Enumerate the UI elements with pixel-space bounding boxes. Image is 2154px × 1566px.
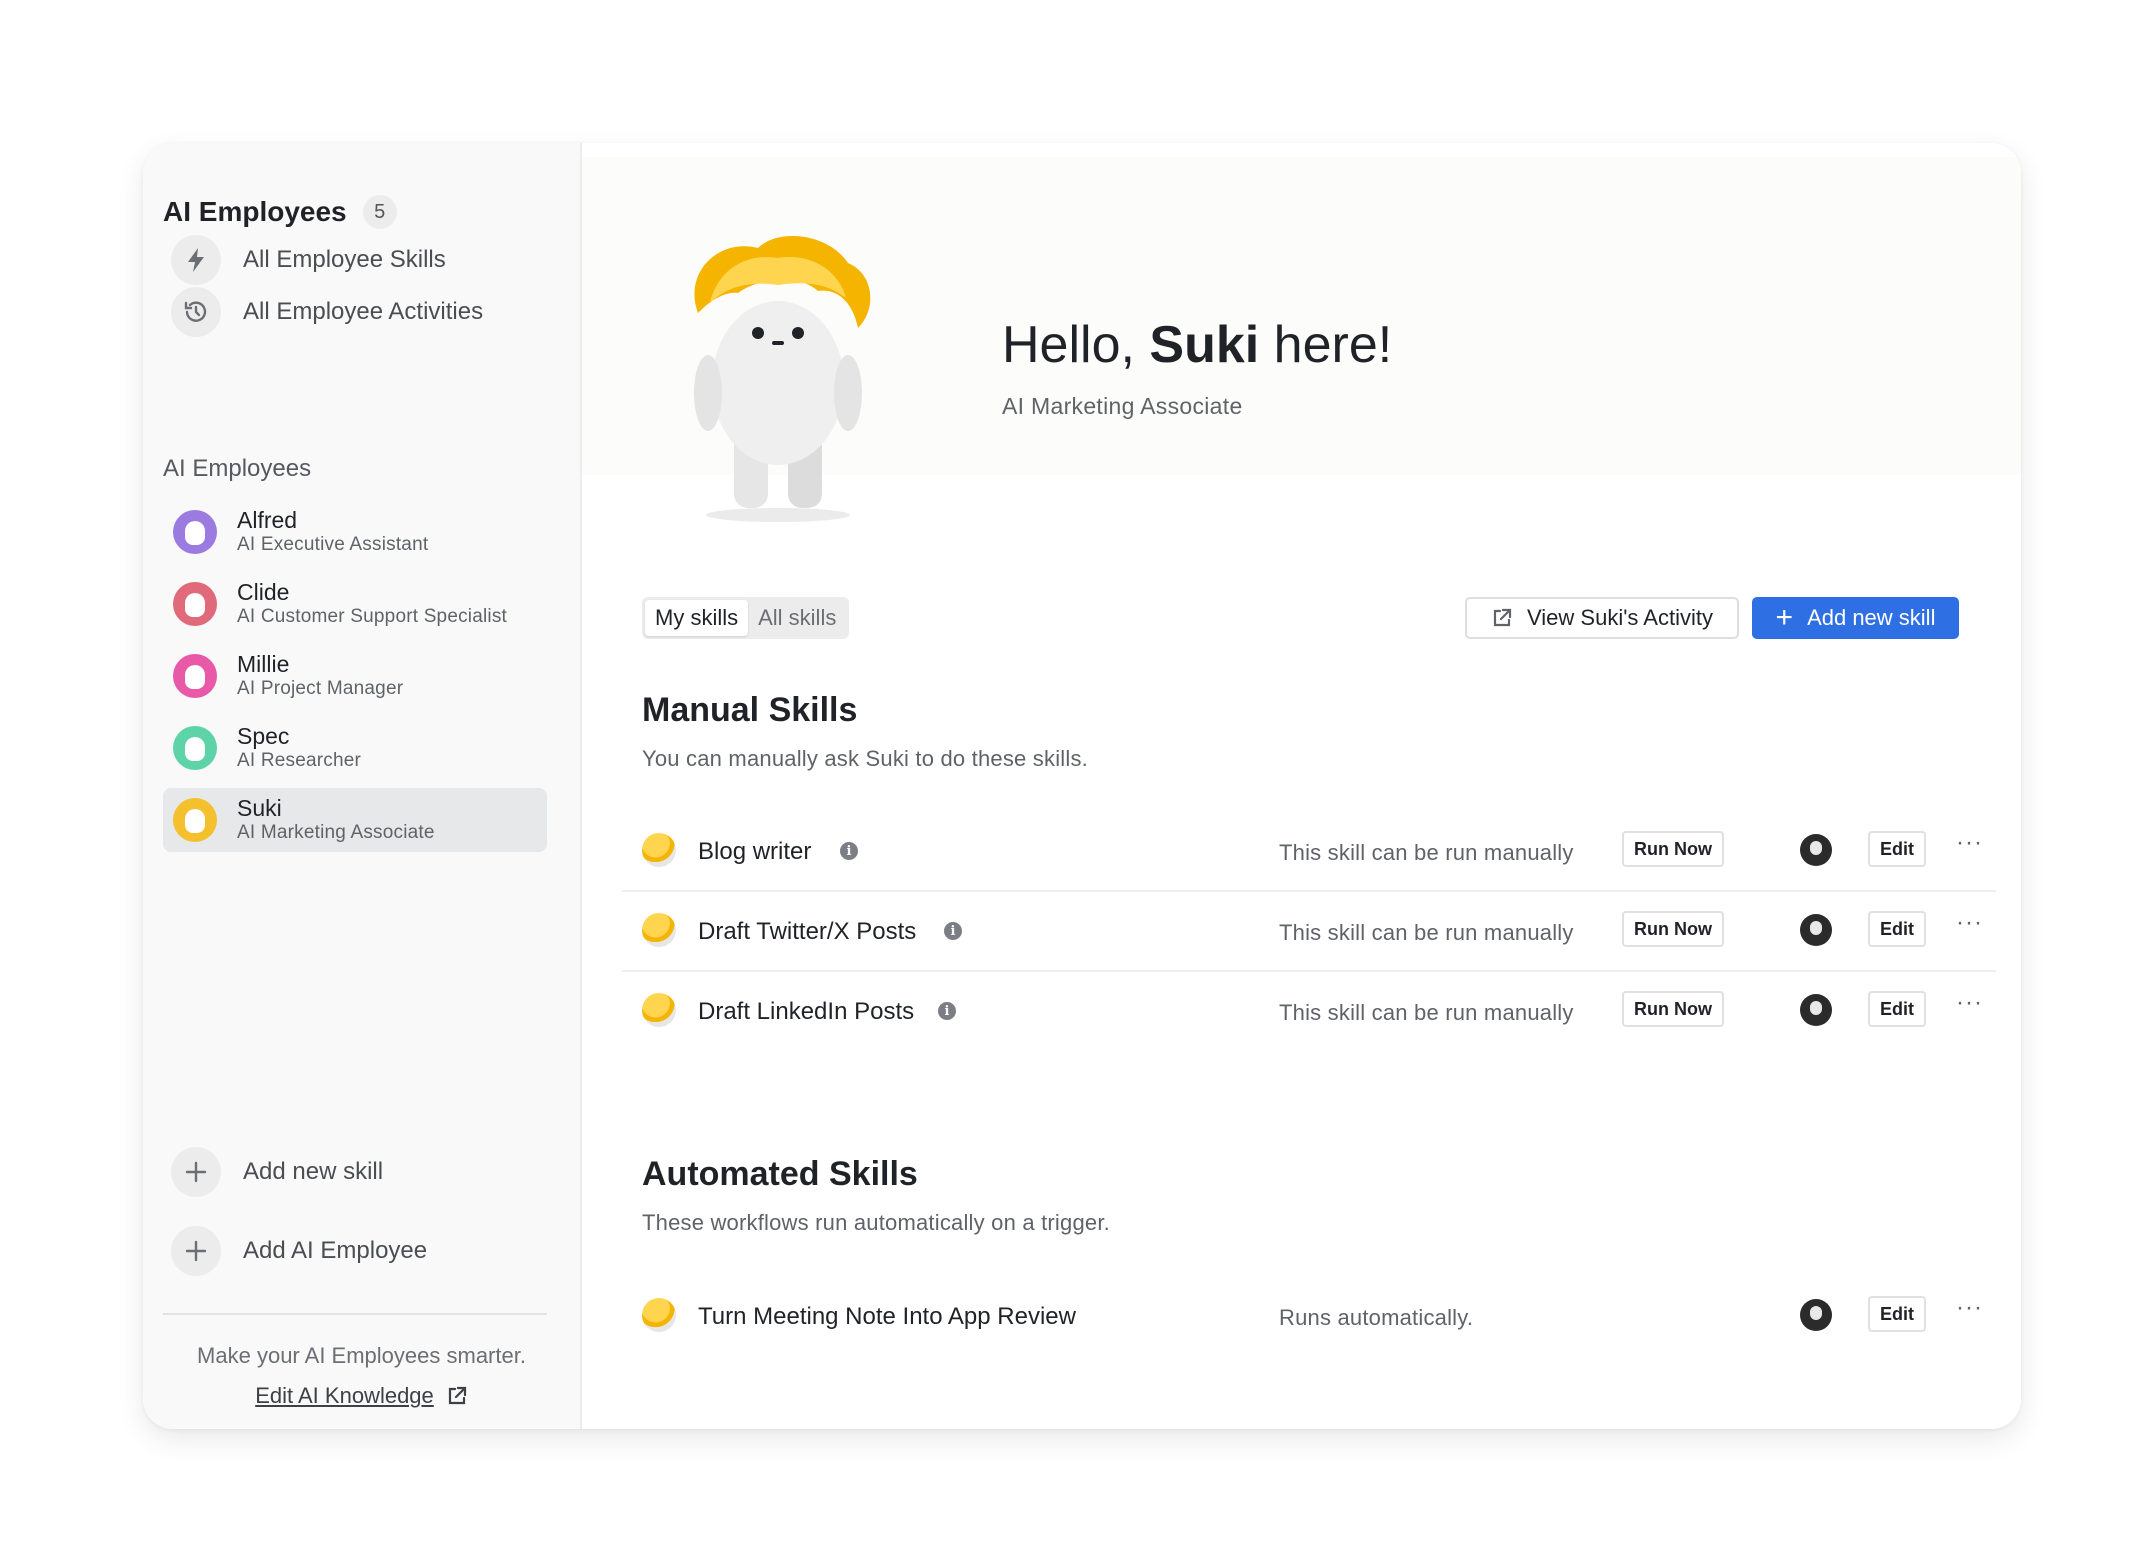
more-options-icon[interactable]: ··· xyxy=(1956,909,1983,937)
plus-icon xyxy=(171,1147,221,1197)
manual-skills-description: You can manually ask Suki to do these sk… xyxy=(642,746,1088,771)
skill-row: Draft Twitter/X Posts i This skill can b… xyxy=(622,891,1996,972)
employee-name: Spec xyxy=(237,723,290,749)
edit-button[interactable]: Edit xyxy=(1868,991,1926,1027)
skill-row: Turn Meeting Note Into App Review Runs a… xyxy=(622,1276,1996,1355)
automated-skills-title: Automated Skills xyxy=(642,1155,918,1193)
employee-item-alfred[interactable]: Alfred AI Executive Assistant xyxy=(163,500,547,564)
skill-name[interactable]: Draft Twitter/X Posts xyxy=(698,918,916,946)
tab-my-skills[interactable]: My skills xyxy=(645,600,749,636)
edit-button[interactable]: Edit xyxy=(1868,831,1926,867)
lightning-icon xyxy=(171,235,221,285)
skill-status: This skill can be run manually xyxy=(1279,1000,1574,1025)
history-icon xyxy=(171,287,221,337)
skill-name[interactable]: Turn Meeting Note Into App Review xyxy=(698,1303,1076,1331)
add-ai-employee-label: Add AI Employee xyxy=(243,1237,428,1264)
add-new-skill-label: Add new skill xyxy=(1807,605,1936,630)
skill-row: Blog writer i This skill can be run manu… xyxy=(622,811,1996,892)
employee-item-clide[interactable]: Clide AI Customer Support Specialist xyxy=(163,572,547,636)
employee-count-badge: 5 xyxy=(362,195,397,229)
employee-name: Suki xyxy=(237,795,282,821)
edit-button[interactable]: Edit xyxy=(1868,1296,1926,1332)
avatar xyxy=(173,798,217,842)
manual-skills-title: Manual Skills xyxy=(642,691,858,729)
run-now-button[interactable]: Run Now xyxy=(1622,991,1724,1027)
suki-avatar xyxy=(642,1298,676,1332)
view-activity-label: View Suki's Activity xyxy=(1527,605,1713,630)
external-link-icon xyxy=(448,1386,466,1405)
view-activity-button[interactable]: View Suki's Activity xyxy=(1465,597,1739,639)
employee-name: Clide xyxy=(237,579,290,605)
employees-section-label: AI Employees xyxy=(163,455,312,482)
sidebar: AI Employees 5 All Employee Skills All E… xyxy=(143,143,582,1429)
sidebar-add-skill-button[interactable]: Add new skill xyxy=(171,1147,383,1197)
avatar xyxy=(173,654,217,698)
skill-name[interactable]: Draft LinkedIn Posts xyxy=(698,998,914,1026)
skills-tabs: My skills All skills xyxy=(642,597,850,639)
app-window: AI Employees 5 All Employee Skills All E… xyxy=(143,143,2021,1429)
all-employee-skills-link[interactable]: All Employee Skills xyxy=(171,235,446,285)
run-now-button[interactable]: Run Now xyxy=(1622,911,1724,947)
employee-item-suki[interactable]: Suki AI Marketing Associate xyxy=(163,788,547,852)
employee-role: AI Researcher xyxy=(237,750,362,771)
employee-item-spec[interactable]: Spec AI Researcher xyxy=(163,716,547,780)
all-employee-skills-label: All Employee Skills xyxy=(243,246,446,273)
run-now-button[interactable]: Run Now xyxy=(1622,831,1724,867)
owner-avatar xyxy=(1800,994,1832,1026)
sidebar-divider xyxy=(163,1313,547,1315)
tab-all-skills[interactable]: All skills xyxy=(748,600,846,636)
employee-name: Millie xyxy=(237,651,290,677)
info-icon[interactable]: i xyxy=(944,922,962,940)
info-icon[interactable]: i xyxy=(938,1002,956,1020)
employee-role-subtitle: AI Marketing Associate xyxy=(1002,393,1243,419)
employee-item-millie[interactable]: Millie AI Project Manager xyxy=(163,644,547,708)
skill-status: This skill can be run manually xyxy=(1279,920,1574,945)
more-options-icon[interactable]: ··· xyxy=(1956,1294,1983,1322)
suki-avatar xyxy=(642,913,676,947)
all-employee-activities-link[interactable]: All Employee Activities xyxy=(171,287,483,337)
skill-row: Draft LinkedIn Posts i This skill can be… xyxy=(622,971,1996,1050)
avatar xyxy=(173,582,217,626)
edit-ai-knowledge-link[interactable]: Edit AI Knowledge xyxy=(255,1383,468,1409)
footer-message: Make your AI Employees smarter. xyxy=(197,1343,526,1368)
add-skill-label: Add new skill xyxy=(243,1158,384,1185)
owner-avatar xyxy=(1800,914,1832,946)
automated-skills-description: These workflows run automatically on a t… xyxy=(642,1210,1110,1235)
more-options-icon[interactable]: ··· xyxy=(1956,989,1983,1017)
external-link-icon xyxy=(1493,608,1512,627)
greeting-heading: Hello, Suki here! xyxy=(1002,315,1392,375)
skill-name[interactable]: Blog writer xyxy=(698,838,811,866)
employee-role: AI Project Manager xyxy=(237,678,404,699)
avatar xyxy=(173,726,217,770)
add-new-skill-button[interactable]: + Add new skill xyxy=(1752,597,1959,639)
suki-avatar xyxy=(642,993,676,1027)
all-employee-activities-label: All Employee Activities xyxy=(243,298,484,325)
main-content: Hello, Suki here! AI Marketing Associate… xyxy=(582,143,2021,1429)
employee-role: AI Marketing Associate xyxy=(237,822,435,843)
skill-status: This skill can be run manually xyxy=(1279,840,1574,865)
employee-role: AI Customer Support Specialist xyxy=(237,606,508,627)
avatar xyxy=(173,510,217,554)
more-options-icon[interactable]: ··· xyxy=(1956,829,1983,857)
greeting-name: Suki xyxy=(1149,316,1260,374)
edit-button[interactable]: Edit xyxy=(1868,911,1926,947)
suki-mascot-image xyxy=(694,236,871,522)
employee-name: Alfred xyxy=(237,507,298,533)
greeting-suffix: here! xyxy=(1259,316,1393,374)
edit-ai-knowledge-label: Edit AI Knowledge xyxy=(255,1383,434,1408)
info-icon[interactable]: i xyxy=(840,842,858,860)
employee-list: Alfred AI Executive Assistant Clide AI C… xyxy=(163,500,547,860)
sidebar-header: AI Employees 5 xyxy=(163,195,397,229)
suki-avatar xyxy=(642,833,676,867)
plus-icon xyxy=(171,1226,221,1276)
employee-role: AI Executive Assistant xyxy=(237,534,429,555)
plus-icon: + xyxy=(1775,601,1794,634)
owner-avatar xyxy=(1800,1299,1832,1331)
owner-avatar xyxy=(1800,834,1832,866)
sidebar-footer: Make your AI Employees smarter. Edit AI … xyxy=(143,1343,580,1409)
sidebar-title: AI Employees xyxy=(163,196,347,227)
greeting-prefix: Hello, xyxy=(1002,316,1150,374)
add-ai-employee-button[interactable]: Add AI Employee xyxy=(171,1226,427,1276)
skill-status: Runs automatically. xyxy=(1279,1305,1474,1330)
